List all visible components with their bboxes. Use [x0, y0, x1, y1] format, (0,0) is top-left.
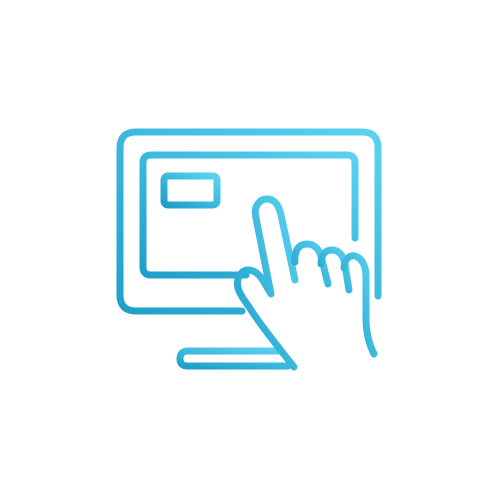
monitor-base	[176, 347, 292, 370]
monitor-frame	[116, 128, 382, 315]
content-card-icon	[160, 172, 221, 209]
touchscreen-monitor-icon	[116, 128, 382, 371]
hand-pointer-icon	[233, 195, 299, 371]
canvas	[0, 0, 500, 500]
